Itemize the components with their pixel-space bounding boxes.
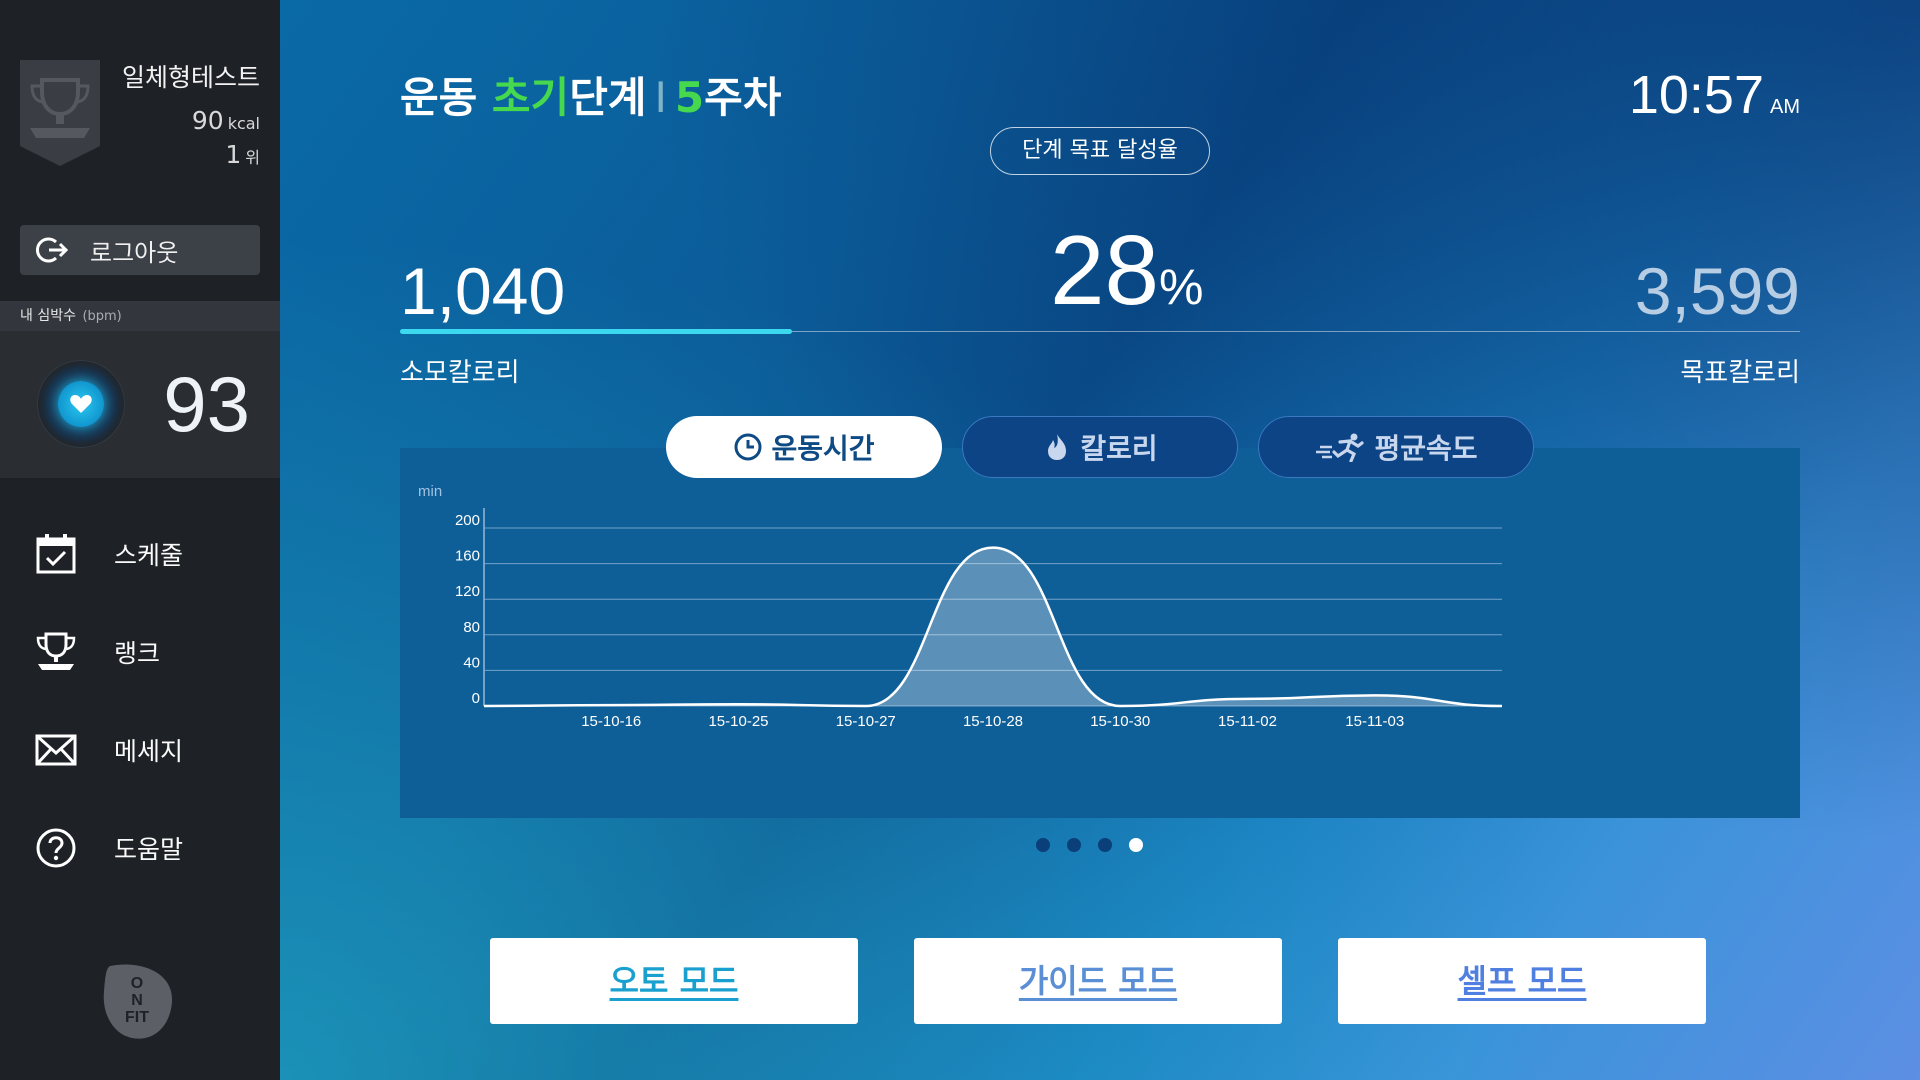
envelope-icon bbox=[35, 734, 77, 766]
rank-unit: 위 bbox=[245, 148, 260, 167]
goal-rate-pill: 단계 목표 달성율 bbox=[990, 127, 1210, 175]
y-tick-label: 120 bbox=[455, 583, 480, 600]
tab-exercise-time[interactable]: 운동시간 bbox=[666, 416, 942, 478]
heart-rate-panel: 93 bbox=[0, 331, 280, 478]
goal-percent: 28% bbox=[1050, 214, 1203, 327]
tab-label: 운동시간 bbox=[771, 432, 875, 465]
sidebar-item-label: 스케줄 bbox=[114, 541, 184, 570]
sidebar-item-help[interactable]: 도움말 bbox=[0, 799, 280, 897]
tab-average-speed[interactable]: 평균속도 bbox=[1258, 416, 1534, 478]
page-indicator bbox=[1036, 838, 1160, 852]
sidebar: 일체형테스트 90 kcal 1위 로그아웃 내 심박수 (bpm) 93 스케… bbox=[0, 0, 280, 1080]
heart-icon bbox=[70, 395, 92, 413]
tab-label: 칼로리 bbox=[1080, 432, 1158, 465]
week-number: 5 bbox=[674, 73, 705, 122]
sidebar-item-message[interactable]: 메세지 bbox=[0, 701, 280, 799]
sidebar-item-label: 메세지 bbox=[114, 737, 184, 766]
user-kcal: 90 kcal bbox=[192, 106, 260, 135]
page-dot-active[interactable] bbox=[1129, 838, 1143, 852]
rank-value: 1 bbox=[225, 140, 242, 169]
goal-calories-label: 목표칼로리 bbox=[1680, 358, 1800, 388]
y-axis-unit: min bbox=[418, 483, 442, 500]
x-tick-label: 15-10-16 bbox=[581, 713, 641, 730]
heart-icon-wrapper bbox=[58, 381, 104, 427]
goal-calories-value: 3,599 bbox=[1634, 254, 1800, 328]
progress-fill bbox=[400, 329, 792, 334]
main-panel: 운동 초기단계 I 5주차 10:57 AM 단계 목표 달성율 1,040 28% … bbox=[280, 0, 1920, 1080]
heart-rate-unit: (bpm) bbox=[82, 309, 122, 324]
auto-mode-button[interactable]: 오토 모드 bbox=[490, 938, 858, 1024]
sidebar-item-label: 랭크 bbox=[114, 639, 161, 668]
calendar-check-icon bbox=[36, 534, 76, 574]
kcal-unit: kcal bbox=[227, 114, 260, 133]
x-tick-label: 15-10-30 bbox=[1090, 713, 1150, 730]
burned-calories-label: 소모칼로리 bbox=[400, 358, 520, 388]
y-tick-label: 200 bbox=[455, 512, 480, 529]
user-name: 일체형테스트 bbox=[121, 63, 260, 92]
x-tick-label: 15-11-02 bbox=[1218, 713, 1277, 730]
series-area bbox=[484, 547, 1502, 706]
clock-time: 10:57 bbox=[1628, 65, 1764, 125]
self-mode-button[interactable]: 셀프 모드 bbox=[1338, 938, 1706, 1024]
trophy-badge-icon bbox=[20, 60, 100, 166]
burned-calories-value: 1,040 bbox=[400, 254, 566, 328]
y-tick-label: 0 bbox=[472, 690, 480, 707]
guide-mode-button[interactable]: 가이드 모드 bbox=[914, 938, 1282, 1024]
kcal-value: 90 bbox=[191, 106, 224, 135]
title-part2: 단계 bbox=[569, 73, 647, 122]
x-tick-label: 15-10-27 bbox=[836, 713, 896, 730]
y-tick-label: 160 bbox=[455, 548, 480, 565]
logo-letter-o: O bbox=[131, 975, 143, 992]
title-part1: 운동 bbox=[400, 73, 492, 122]
heart-rate-label: 내 심박수 bbox=[20, 308, 76, 324]
page-dot[interactable] bbox=[1067, 838, 1081, 852]
heart-rate-value: 93 bbox=[163, 360, 250, 448]
clock-ampm: AM bbox=[1770, 96, 1800, 118]
y-tick-label: 40 bbox=[463, 654, 480, 671]
x-tick-label: 15-10-28 bbox=[963, 713, 1023, 730]
percent-value: 28 bbox=[1050, 215, 1160, 325]
logout-button[interactable]: 로그아웃 bbox=[20, 225, 260, 275]
sidebar-item-rank[interactable]: 랭크 bbox=[0, 603, 280, 701]
percent-sign: % bbox=[1159, 259, 1204, 315]
clock-icon bbox=[734, 433, 762, 461]
onfit-logo: O N FIT bbox=[103, 964, 173, 1039]
logout-label: 로그아웃 bbox=[90, 238, 179, 267]
clock: 10:57 AM bbox=[1629, 64, 1800, 126]
flame-icon bbox=[1048, 434, 1067, 460]
week-label: 주차 bbox=[704, 73, 782, 122]
sidebar-item-schedule[interactable]: 스케줄 bbox=[0, 505, 280, 603]
user-profile: 일체형테스트 90 kcal 1위 bbox=[0, 0, 280, 200]
logo-letter-n: N bbox=[131, 992, 143, 1009]
heart-rate-header: 내 심박수 (bpm) bbox=[0, 301, 280, 331]
stage-title: 운동 초기단계 I 5주차 bbox=[400, 64, 781, 125]
x-tick-label: 15-11-03 bbox=[1345, 713, 1404, 730]
trophy-icon bbox=[36, 632, 76, 670]
sidebar-item-label: 도움말 bbox=[114, 835, 184, 864]
title-highlight: 초기 bbox=[491, 73, 570, 122]
page-dot[interactable] bbox=[1036, 838, 1050, 852]
heart-rate-ring bbox=[38, 361, 124, 447]
x-tick-label: 15-10-25 bbox=[708, 713, 768, 730]
logout-icon bbox=[36, 237, 69, 263]
running-icon bbox=[1316, 433, 1365, 462]
help-circle-icon bbox=[36, 828, 76, 868]
tab-label: 평균속도 bbox=[1374, 432, 1478, 465]
page-dot[interactable] bbox=[1098, 838, 1112, 852]
exercise-time-chart: min 0 40 80 120 160 200 15-10-16 15-10-25 15-10-2… bbox=[418, 483, 1503, 730]
tab-calories[interactable]: 칼로리 bbox=[962, 416, 1238, 478]
user-rank: 1위 bbox=[225, 140, 260, 169]
logo-letters-fit: FIT bbox=[125, 1009, 149, 1026]
y-tick-label: 80 bbox=[463, 619, 480, 636]
title-separator: I bbox=[654, 73, 667, 122]
sidebar-nav: 스케줄 랭크 메세지 도움말 bbox=[0, 505, 280, 897]
